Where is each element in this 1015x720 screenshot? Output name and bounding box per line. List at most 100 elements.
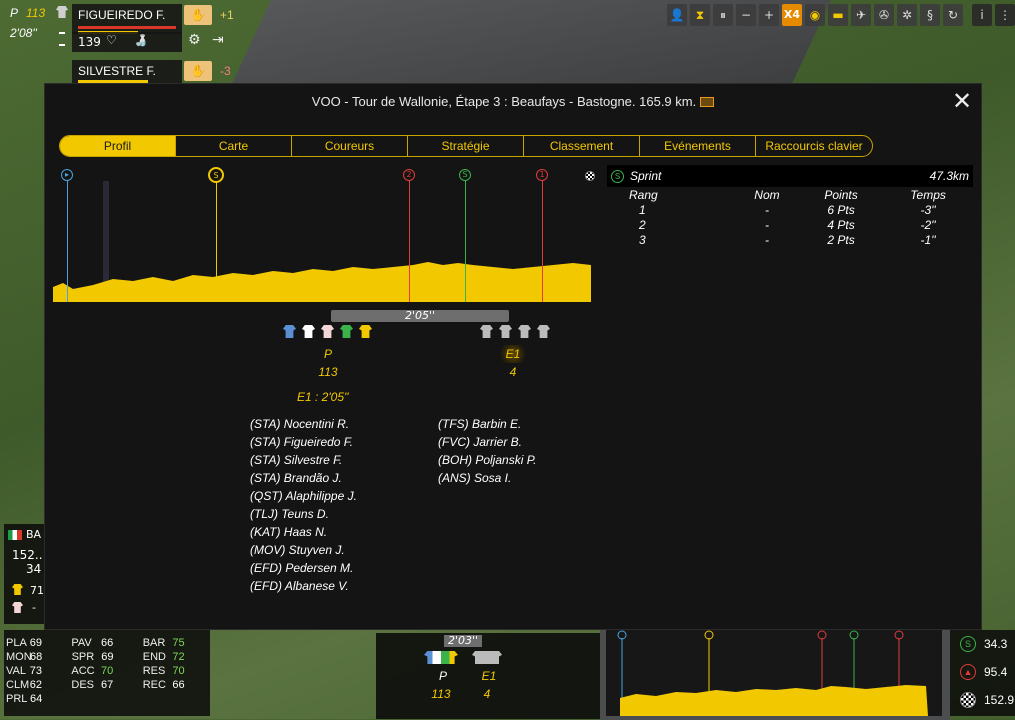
speed-button[interactable]: X4: [782, 4, 802, 26]
sprint-icon: S: [960, 636, 976, 652]
rider-item[interactable]: (KAT) Haas N.: [250, 523, 357, 541]
stat-value: 68: [30, 651, 43, 663]
rider-item[interactable]: (EFD) Albanese V.: [250, 577, 357, 595]
attack-icon[interactable]: ✋: [184, 61, 212, 81]
jersey-icon[interactable]: [359, 325, 372, 338]
rider-item[interactable]: (STA) Figueiredo F.: [250, 433, 357, 451]
stat-label: VAL: [6, 665, 26, 677]
riders-list-right: (TFS) Barbin E. (FVC) Jarrier B. (BOH) Pol…: [438, 415, 536, 487]
screen-icon[interactable]: [700, 97, 715, 107]
sprint-title: Sprint: [630, 169, 662, 183]
jersey-icon[interactable]: [537, 325, 550, 338]
group-p-label: P: [323, 347, 332, 361]
energy-bar: [78, 26, 176, 29]
plus-icon[interactable]: +: [759, 4, 779, 26]
pause-icon[interactable]: ⏸: [713, 4, 733, 26]
tab-5[interactable]: Evénements: [640, 136, 756, 156]
flag-icon: [8, 530, 22, 540]
group-e1-jerseys[interactable]: [472, 651, 502, 664]
sprint-column-header: Temps: [910, 187, 946, 202]
menu-icon[interactable]: ⋮: [995, 4, 1015, 26]
rider-item[interactable]: (MOV) Stuyven J.: [250, 541, 357, 559]
profile-marker-icon[interactable]: S: [208, 167, 224, 183]
bird-icon[interactable]: ✈: [851, 4, 871, 26]
jersey-icon[interactable]: [302, 325, 315, 338]
rider-item[interactable]: (STA) Silvestre F.: [250, 451, 357, 469]
rider-item[interactable]: (FVC) Jarrier B.: [438, 433, 536, 451]
sprint-column-header: Rang: [629, 187, 658, 202]
stat-label: SPR: [71, 651, 95, 663]
sprint-cell: -: [764, 232, 769, 247]
refresh-icon[interactable]: ↻: [943, 4, 963, 26]
stats-row: MON 68 SPR 69 END 72: [6, 651, 206, 665]
jersey-icon[interactable]: [480, 325, 493, 338]
rider-item[interactable]: (TFS) Barbin E.: [438, 415, 536, 433]
jersey-icon[interactable]: [321, 325, 334, 338]
country-code: BA: [26, 528, 42, 541]
rider-card-silvestre[interactable]: SILVESTRE F.: [72, 60, 182, 84]
stat-label: PLA: [6, 637, 27, 649]
rider-item[interactable]: (STA) Brandão J.: [250, 469, 357, 487]
stat-label: END: [142, 651, 167, 663]
table-row: 1 - 6 Pts -3'': [607, 202, 973, 217]
bottom-p-label: P: [438, 669, 447, 683]
group-p-count: 113: [318, 365, 338, 379]
curve-icon[interactable]: §: [920, 4, 940, 26]
race-dialog: VOO - Tour de Wallonie, Étape 3 : Beaufa…: [44, 83, 982, 630]
rider-card-figueiredo[interactable]: FIGUEIREDO F.: [72, 4, 182, 34]
profile-marker-icon[interactable]: 2: [403, 169, 415, 181]
helicopter-icon[interactable]: ✇: [874, 4, 894, 26]
rider-item[interactable]: (ANS) Sosa I.: [438, 469, 536, 487]
hourglass-icon[interactable]: ⧗: [690, 4, 710, 26]
stat-label: BAR: [142, 637, 166, 649]
rider-item[interactable]: (QST) Alaphilippe J.: [250, 487, 357, 505]
sprint-distance: 34.3: [984, 637, 1008, 651]
jersey-icon[interactable]: [283, 325, 296, 338]
info-icon[interactable]: i: [972, 4, 992, 26]
stats-row: CLM 62 DES 67 REC 66: [6, 679, 206, 693]
sprint-cell: 6 Pts: [827, 202, 855, 217]
gap-bar: 2'05'': [331, 310, 509, 322]
group-p-jerseys[interactable]: [424, 651, 458, 664]
group-indicator: P 113: [10, 6, 45, 20]
tab-6[interactable]: Raccourcis clavier: [756, 136, 872, 156]
menu-icon[interactable]: [59, 32, 65, 46]
tab-0[interactable]: Profil: [60, 136, 176, 156]
sprint-icon: S: [611, 169, 624, 183]
game-toolbar: 👤 ⧗ ⏸ − + X4 ◉ ▬ ✈ ✇ ✲ § ↻ i ⋮: [667, 4, 1015, 26]
settings-icon[interactable]: ⚙: [188, 32, 201, 48]
sprint-header: S Sprint 47.3km: [607, 165, 973, 187]
rider-item[interactable]: (TLJ) Teuns D.: [250, 505, 357, 523]
tab-4[interactable]: Classement: [524, 136, 640, 156]
sprint-distance-row: S 34.3: [950, 630, 1015, 658]
user-icon[interactable]: 👤: [667, 4, 687, 26]
close-button[interactable]: ✕: [951, 89, 973, 113]
rider-delta: +1: [220, 8, 234, 22]
truck-icon[interactable]: ▬: [828, 4, 848, 26]
rider-mini-panel: BA 152.. 34 71 -: [4, 524, 44, 624]
rider-item[interactable]: (EFD) Pedersen M.: [250, 559, 357, 577]
collapse-icon[interactable]: ⇥: [212, 32, 224, 48]
jersey-icon[interactable]: [518, 325, 531, 338]
tab-2[interactable]: Coureurs: [292, 136, 408, 156]
tab-bar: Profil Carte Coureurs Stratégie Classement Ev…: [59, 135, 873, 157]
stat-label: PAV: [71, 637, 92, 649]
jersey-icon[interactable]: [499, 325, 512, 338]
stat-value: 70: [172, 665, 185, 677]
attack-icon[interactable]: ✋: [184, 5, 212, 25]
group-e1-label[interactable]: E1: [498, 345, 528, 363]
profile-marker-icon[interactable]: 1: [536, 169, 548, 181]
profile-marker-icon[interactable]: S: [459, 169, 471, 181]
bottom-groups-panel: 2'03'' P E1 113 4: [376, 633, 600, 719]
rider-item[interactable]: (BOH) Poljanski P.: [438, 451, 536, 469]
minus-icon[interactable]: −: [736, 4, 756, 26]
eye-icon[interactable]: ◉: [805, 4, 825, 26]
rider-item[interactable]: (STA) Nocentini R.: [250, 415, 357, 433]
tab-1[interactable]: Carte: [176, 136, 292, 156]
wheel-icon[interactable]: ✲: [897, 4, 917, 26]
mini-marker-icon: [704, 630, 714, 640]
jersey-icon[interactable]: [340, 325, 353, 338]
tab-3[interactable]: Stratégie: [408, 136, 524, 156]
profile-marker-icon[interactable]: ▸: [61, 169, 73, 181]
stat-label: PRL: [6, 693, 28, 705]
